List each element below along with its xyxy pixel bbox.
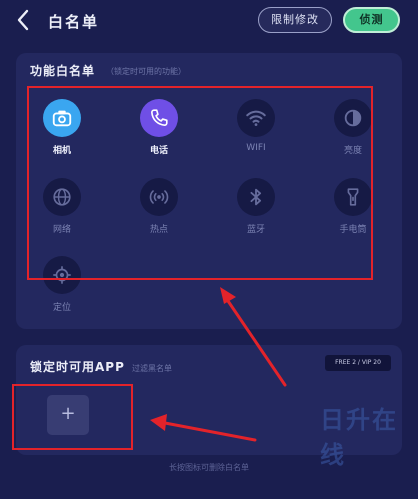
annotation-arrowhead-left — [150, 414, 167, 431]
annotation-arrow-up — [224, 296, 287, 387]
annotation-arrow-left — [163, 421, 257, 442]
watermark: 日升在线 — [320, 406, 398, 469]
annotation-arrowhead-up — [220, 287, 236, 304]
